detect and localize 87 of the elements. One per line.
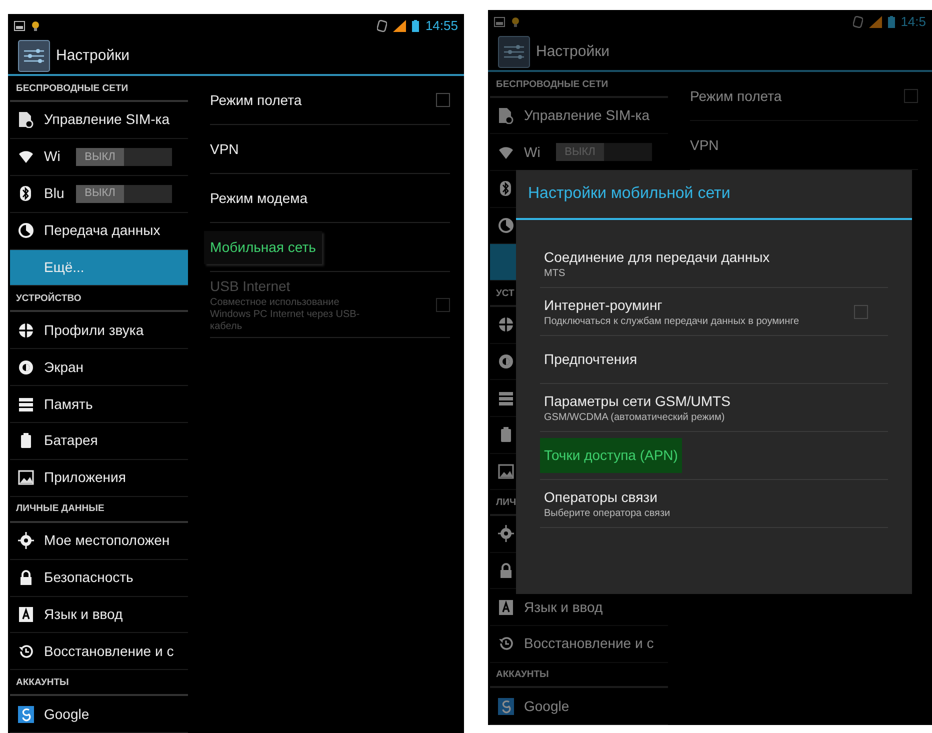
location-icon <box>498 525 514 542</box>
setting-title[interactable]: Режим модема <box>210 188 450 208</box>
section-header: БЕСПРОВОДНЫЕ СЕТИ <box>16 82 128 96</box>
brightness-icon <box>18 358 34 376</box>
sidebar-item[interactable]: Язык и ввод <box>10 596 188 634</box>
option-summary: Подключаться к службам передачи данных в роуминге <box>544 316 800 328</box>
section-header: АККАУНТЫ <box>16 676 69 690</box>
status-time: 14:55 <box>425 17 458 36</box>
brightness-icon <box>498 352 514 370</box>
image-icon <box>18 469 34 486</box>
checkbox[interactable] <box>854 304 868 318</box>
setting-title[interactable]: Режим полета <box>690 86 894 106</box>
checkbox[interactable] <box>904 89 918 103</box>
storage-icon <box>18 396 34 413</box>
image-icon <box>498 462 514 480</box>
sidebar-item[interactable]: Управление SIM-ка <box>10 102 188 139</box>
setting-title[interactable]: VPN <box>690 134 918 156</box>
sim-card-icon <box>18 111 34 128</box>
keyboard-letter-icon <box>18 606 34 623</box>
picture-icon <box>494 17 505 27</box>
dialog-title: Настройки мобильной сети <box>528 184 730 204</box>
sidebar-item[interactable]: Мое местоположен <box>10 522 188 560</box>
setting-summary: Совместное использование Windows PC Internet через USB-кабель <box>210 297 361 333</box>
lock-icon <box>498 562 514 579</box>
lock-icon <box>18 569 34 586</box>
rotate-icon <box>852 16 863 28</box>
signal-icon <box>393 20 406 32</box>
menu-item[interactable]: Мобильная сеть <box>204 230 322 264</box>
dialog-option[interactable]: Соединение для передачи данных <box>544 247 888 268</box>
screen-title: Настройки <box>536 42 610 62</box>
sidebar-item[interactable]: Батарея <box>10 423 188 460</box>
sidebar-item[interactable]: Память <box>10 386 188 423</box>
restore-icon <box>498 635 514 652</box>
pie-chart-icon <box>498 217 514 234</box>
account-icon <box>18 706 34 723</box>
sidebar-item[interactable]: Google <box>490 688 668 725</box>
sidebar-item[interactable]: Восстановление и с <box>490 626 668 663</box>
dialog-option[interactable]: Параметры сети GSM/UMTS <box>544 391 888 412</box>
setting-title[interactable]: Режим полета <box>210 90 426 110</box>
dialog-option[interactable]: Точки доступа (APN) <box>540 438 682 473</box>
settings-icon <box>498 36 530 68</box>
checkbox[interactable] <box>436 93 450 107</box>
section-header: УСТ <box>496 286 514 301</box>
setting-title[interactable]: VPN <box>210 138 450 160</box>
settings-icon <box>18 40 50 72</box>
sidebar-item[interactable]: Приложения <box>10 460 188 497</box>
section-header: УСТРОЙСТВО <box>16 292 82 306</box>
sidebar-item[interactable]: Экран <box>10 349 188 386</box>
option-summary: Выберите оператора связи <box>544 508 672 520</box>
sidebar-item[interactable]: Профили звука <box>10 312 188 350</box>
battery-icon <box>498 426 514 444</box>
storage-icon <box>498 390 514 407</box>
dialog-option[interactable]: Операторы связи <box>544 487 888 508</box>
bluetooth-icon <box>18 185 34 202</box>
pie-chart-icon <box>18 222 34 240</box>
section-header: ЛИЧ <box>496 496 516 510</box>
location-icon <box>18 532 34 550</box>
signal-icon <box>868 16 882 28</box>
sidebar-item[interactable]: Ещё... <box>10 250 188 286</box>
battery-icon <box>888 16 895 28</box>
restore-icon <box>18 642 34 660</box>
sidebar-item[interactable]: Google <box>10 696 188 733</box>
wifi-icon <box>18 148 34 166</box>
battery-icon <box>412 20 420 32</box>
sim-card-icon <box>498 107 514 124</box>
bluetooth-icon <box>498 180 514 198</box>
bulb-icon <box>31 21 40 31</box>
picture-icon <box>14 21 25 31</box>
sidebar-item[interactable]: Восстановление и с <box>10 633 188 670</box>
section-header: ЛИЧНЫЕ ДАННЫЕ <box>16 502 104 516</box>
bulb-icon <box>511 17 520 27</box>
account-icon <box>498 698 514 715</box>
section-header: БЕСПРОВОДНЫЕ СЕТИ <box>496 78 608 92</box>
sidebar-item[interactable]: Blu ВЫКЛ <box>10 176 188 213</box>
battery-icon <box>18 432 34 450</box>
rotate-icon <box>377 20 388 32</box>
screen-title: Настройки <box>56 46 130 66</box>
keyboard-letter-icon <box>498 598 514 616</box>
option-summary: GSM/WCDMA (автоматический режим) <box>544 412 726 424</box>
status-time: 14:5 <box>900 13 926 32</box>
dialog-option[interactable]: Интернет-роуминг <box>544 295 844 316</box>
sidebar-item[interactable]: Wi ВЫКЛ <box>10 138 188 176</box>
section-header: АККАУНТЫ <box>496 668 549 682</box>
dialog-option[interactable]: Предпочтения <box>544 349 888 370</box>
sidebar-item[interactable]: Управление SIM-ка <box>490 98 668 134</box>
sidebar-item[interactable]: Безопасность <box>10 560 188 596</box>
option-summary: MTS <box>544 268 566 280</box>
